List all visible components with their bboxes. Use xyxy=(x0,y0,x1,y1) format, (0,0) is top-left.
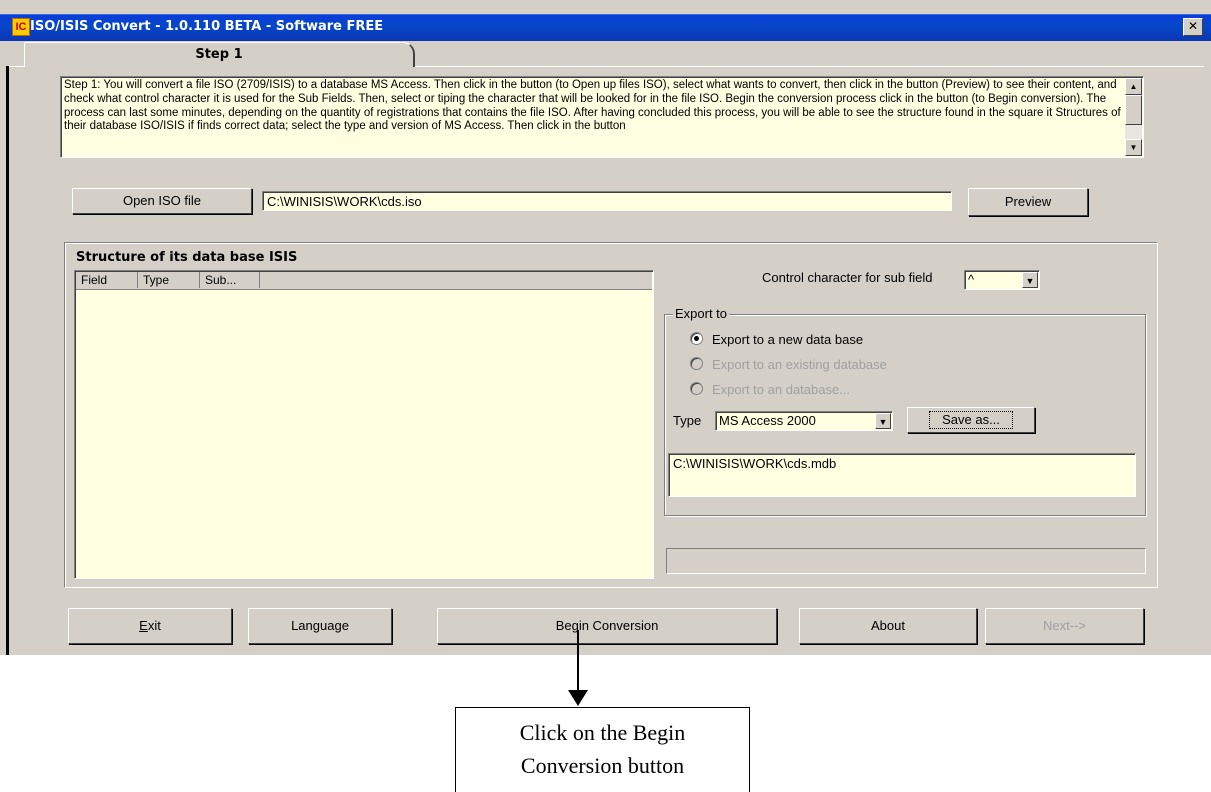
radio-label: Export to an existing database xyxy=(712,357,887,372)
next-button[interactable]: Next--> xyxy=(985,608,1144,644)
output-path-field[interactable]: C:\WINISIS\WORK\cds.mdb xyxy=(668,453,1136,497)
callout-line2: Conversion button xyxy=(520,753,685,778)
app-window: IC ISO/ISIS Convert - 1.0.110 BETA - Sof… xyxy=(0,0,1211,656)
structure-title: Structure of its data base ISIS xyxy=(76,250,298,265)
iso-path-field[interactable]: C:\WINISIS\WORK\cds.iso xyxy=(262,191,952,211)
control-char-label: Control character for sub field xyxy=(762,270,933,285)
export-legend: Export to xyxy=(673,306,730,321)
radio-icon[interactable] xyxy=(690,382,703,395)
scroll-up-icon[interactable]: ▲ xyxy=(1125,78,1142,95)
language-button[interactable]: Language xyxy=(248,608,392,644)
chevron-down-icon[interactable]: ▼ xyxy=(1022,272,1038,288)
tab-step1[interactable]: Step 1 xyxy=(24,42,415,67)
radio-an-database[interactable]: Export to an database... xyxy=(690,381,850,399)
chevron-down-icon[interactable]: ▼ xyxy=(875,413,891,429)
control-char-value: ^ xyxy=(968,272,975,287)
window-edge xyxy=(6,66,9,655)
type-value: MS Access 2000 xyxy=(719,413,816,428)
callout-line1: Click on the Begin xyxy=(519,720,686,745)
save-as-label: Save as... xyxy=(929,411,1013,429)
column-header-type[interactable]: Type xyxy=(138,272,200,288)
annotation-callout: Click on the Begin Conversion button xyxy=(455,707,750,792)
begin-conversion-button[interactable]: Begin Conversion xyxy=(437,608,777,644)
instructions-scrollbar[interactable]: ▲ ▼ xyxy=(1125,78,1142,156)
instructions-textbox[interactable]: Step 1: You will convert a file ISO (270… xyxy=(60,76,1144,158)
window-title: ISO/ISIS Convert - 1.0.110 BETA - Softwa… xyxy=(30,19,384,34)
instructions-text: Step 1: You will convert a file ISO (270… xyxy=(64,79,1121,133)
close-button[interactable]: ✕ xyxy=(1183,18,1203,36)
scroll-thumb[interactable] xyxy=(1125,95,1142,125)
open-iso-button[interactable]: Open ISO file xyxy=(72,188,252,214)
about-button[interactable]: About xyxy=(799,608,977,644)
structure-list[interactable]: Field Type Sub... xyxy=(74,270,654,579)
title-bar[interactable]: IC ISO/ISIS Convert - 1.0.110 BETA - Sof… xyxy=(0,14,1211,41)
control-char-select[interactable]: ^ ▼ xyxy=(964,270,1040,290)
radio-selected-icon[interactable] xyxy=(690,332,703,345)
scroll-down-icon[interactable]: ▼ xyxy=(1125,139,1142,156)
column-header-sub[interactable]: Sub... xyxy=(200,272,260,288)
annotation-arrow xyxy=(577,630,579,692)
save-as-button[interactable]: Save as... xyxy=(907,407,1035,433)
radio-icon[interactable] xyxy=(690,357,703,370)
type-select[interactable]: MS Access 2000 ▼ xyxy=(715,411,893,431)
radio-new-database[interactable]: Export to a new data base xyxy=(690,331,863,349)
exit-accelerator: E xyxy=(139,618,148,633)
exit-button[interactable]: Exit xyxy=(68,608,232,644)
radio-label: Export to a new data base xyxy=(712,332,864,347)
type-label: Type xyxy=(673,413,702,428)
app-icon: IC xyxy=(12,18,30,36)
progress-bar xyxy=(666,548,1146,574)
column-header-field[interactable]: Field xyxy=(76,272,138,288)
list-header: Field Type Sub... xyxy=(76,272,652,290)
arrow-down-icon xyxy=(568,690,588,706)
radio-label: Export to an database... xyxy=(712,382,851,397)
preview-button[interactable]: Preview xyxy=(968,188,1088,216)
radio-existing-database[interactable]: Export to an existing database xyxy=(690,356,887,374)
exit-label: xit xyxy=(147,618,161,633)
